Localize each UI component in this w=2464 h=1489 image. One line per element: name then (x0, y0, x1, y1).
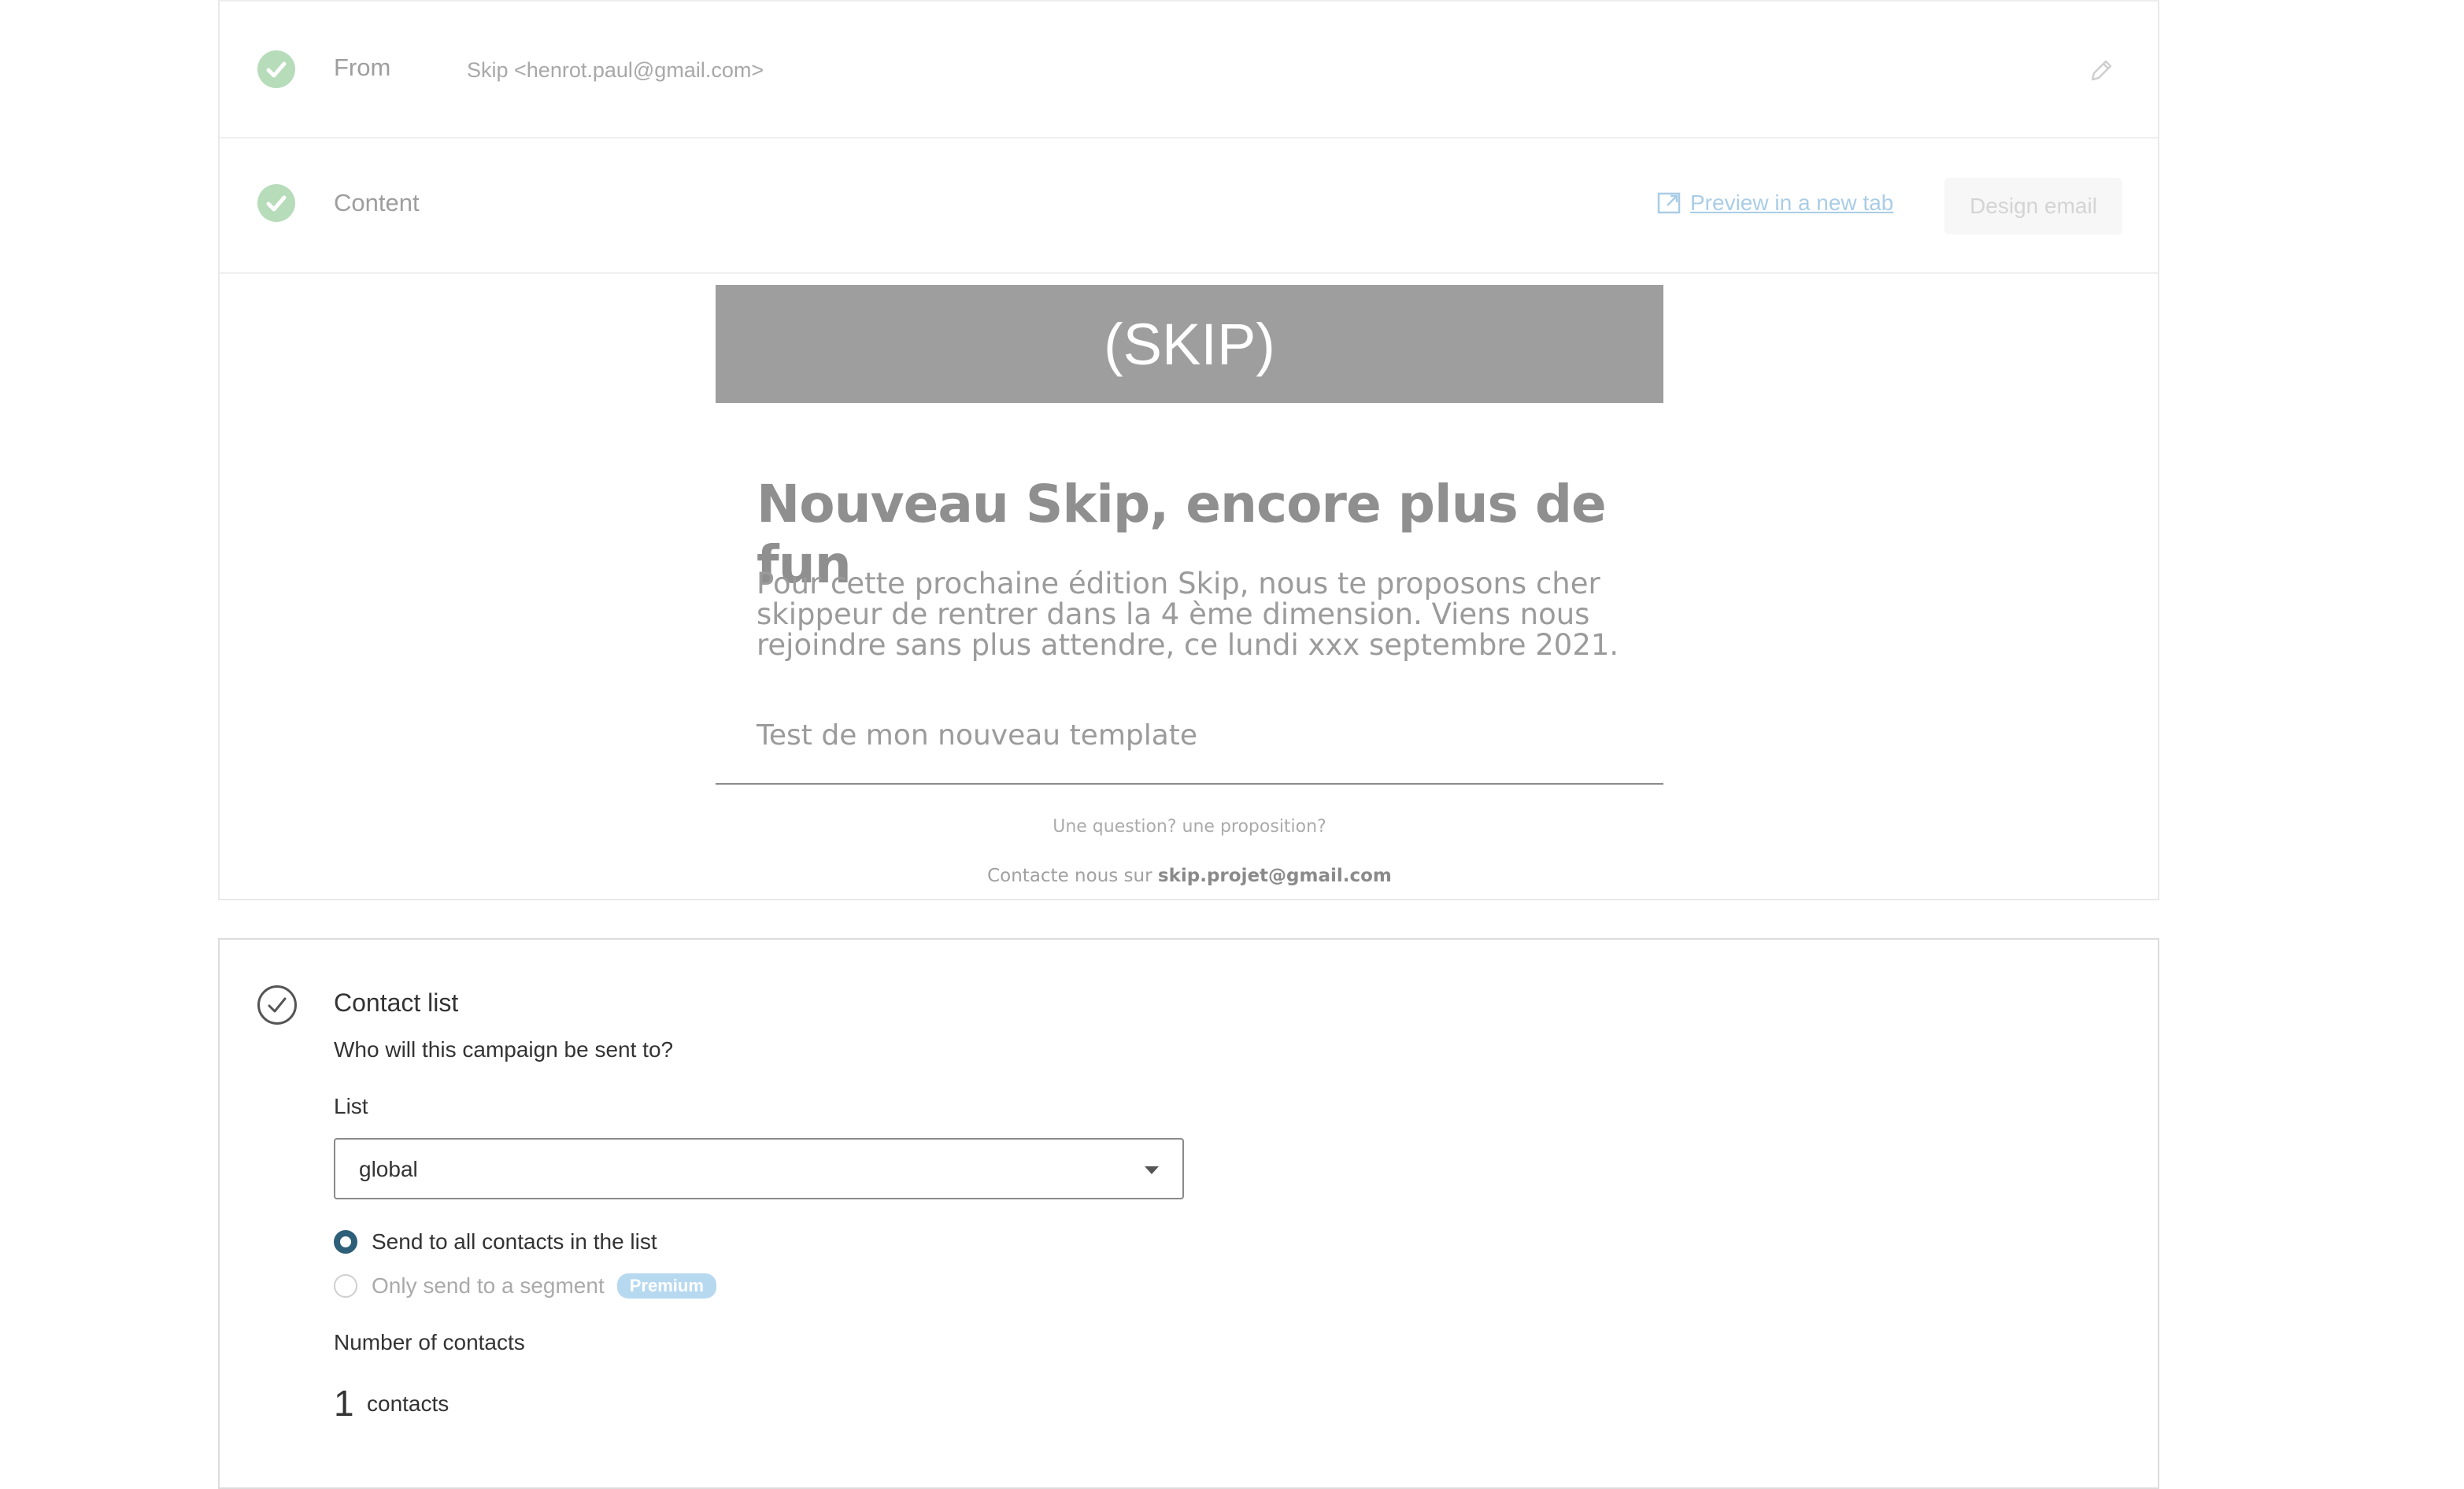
radio-send-all[interactable] (334, 1230, 357, 1254)
number-of-contacts-label: Number of contacts (334, 1330, 525, 1354)
contact-prefix: Contacte nous sur (987, 866, 1152, 886)
contact-list-subtitle: Who will this campaign be sent to? (334, 1037, 674, 1062)
content-label: Content (334, 189, 420, 216)
contact-list-card: Contact list Who will this campaign be s… (218, 938, 2159, 1489)
from-section: From Skip <henrot.paul@gmail.com> (220, 2, 2158, 139)
email-test-line: Test de mon nouveau template (757, 719, 1198, 752)
check-circle-icon (257, 50, 295, 88)
email-contact-line: Contacte nous sur skip.projet@gmail.com (716, 866, 1663, 886)
from-label: From (334, 54, 391, 81)
design-email-button[interactable]: Design email (1944, 178, 2122, 235)
check-outline-circle-icon (257, 985, 297, 1025)
radio-send-segment[interactable] (334, 1274, 357, 1298)
send-all-label: Send to all contacts in the list (372, 1229, 657, 1254)
send-segment-label: Only send to a segment (372, 1273, 605, 1298)
preview-new-tab-link[interactable]: Preview in a new tab (1652, 190, 1893, 216)
list-label: List (334, 1094, 368, 1118)
send-segment-option[interactable]: Only send to a segment Premium (334, 1272, 716, 1300)
campaign-summary-card: From Skip <henrot.paul@gmail.com> Conten… (218, 0, 2159, 900)
from-value: Skip <henrot.paul@gmail.com> (467, 58, 764, 82)
email-body: Pour cette prochaine édition Skip, nous … (757, 567, 1619, 662)
caret-down-icon (1145, 1166, 1159, 1174)
check-circle-icon (257, 184, 295, 222)
contact-count: 1 (334, 1383, 354, 1424)
premium-badge: Premium (616, 1273, 716, 1299)
email-banner: (SKIP) (716, 285, 1663, 403)
contact-email: skip.projet@gmail.com (1157, 866, 1392, 886)
email-question: Une question? une proposition? (1053, 817, 1326, 837)
email-preview: (SKIP) Nouveau Skip, encore plus de fun … (716, 285, 1663, 899)
pencil-icon[interactable] (2087, 57, 2115, 85)
contact-list-title: Contact list (334, 988, 459, 1017)
email-divider (716, 783, 1663, 785)
list-select[interactable]: global (334, 1138, 1184, 1199)
send-all-option[interactable]: Send to all contacts in the list (334, 1228, 657, 1256)
content-section: Content Preview in a new tab Design emai… (220, 139, 2158, 274)
list-select-value: global (359, 1157, 418, 1181)
contact-count-unit: contacts (367, 1391, 450, 1416)
